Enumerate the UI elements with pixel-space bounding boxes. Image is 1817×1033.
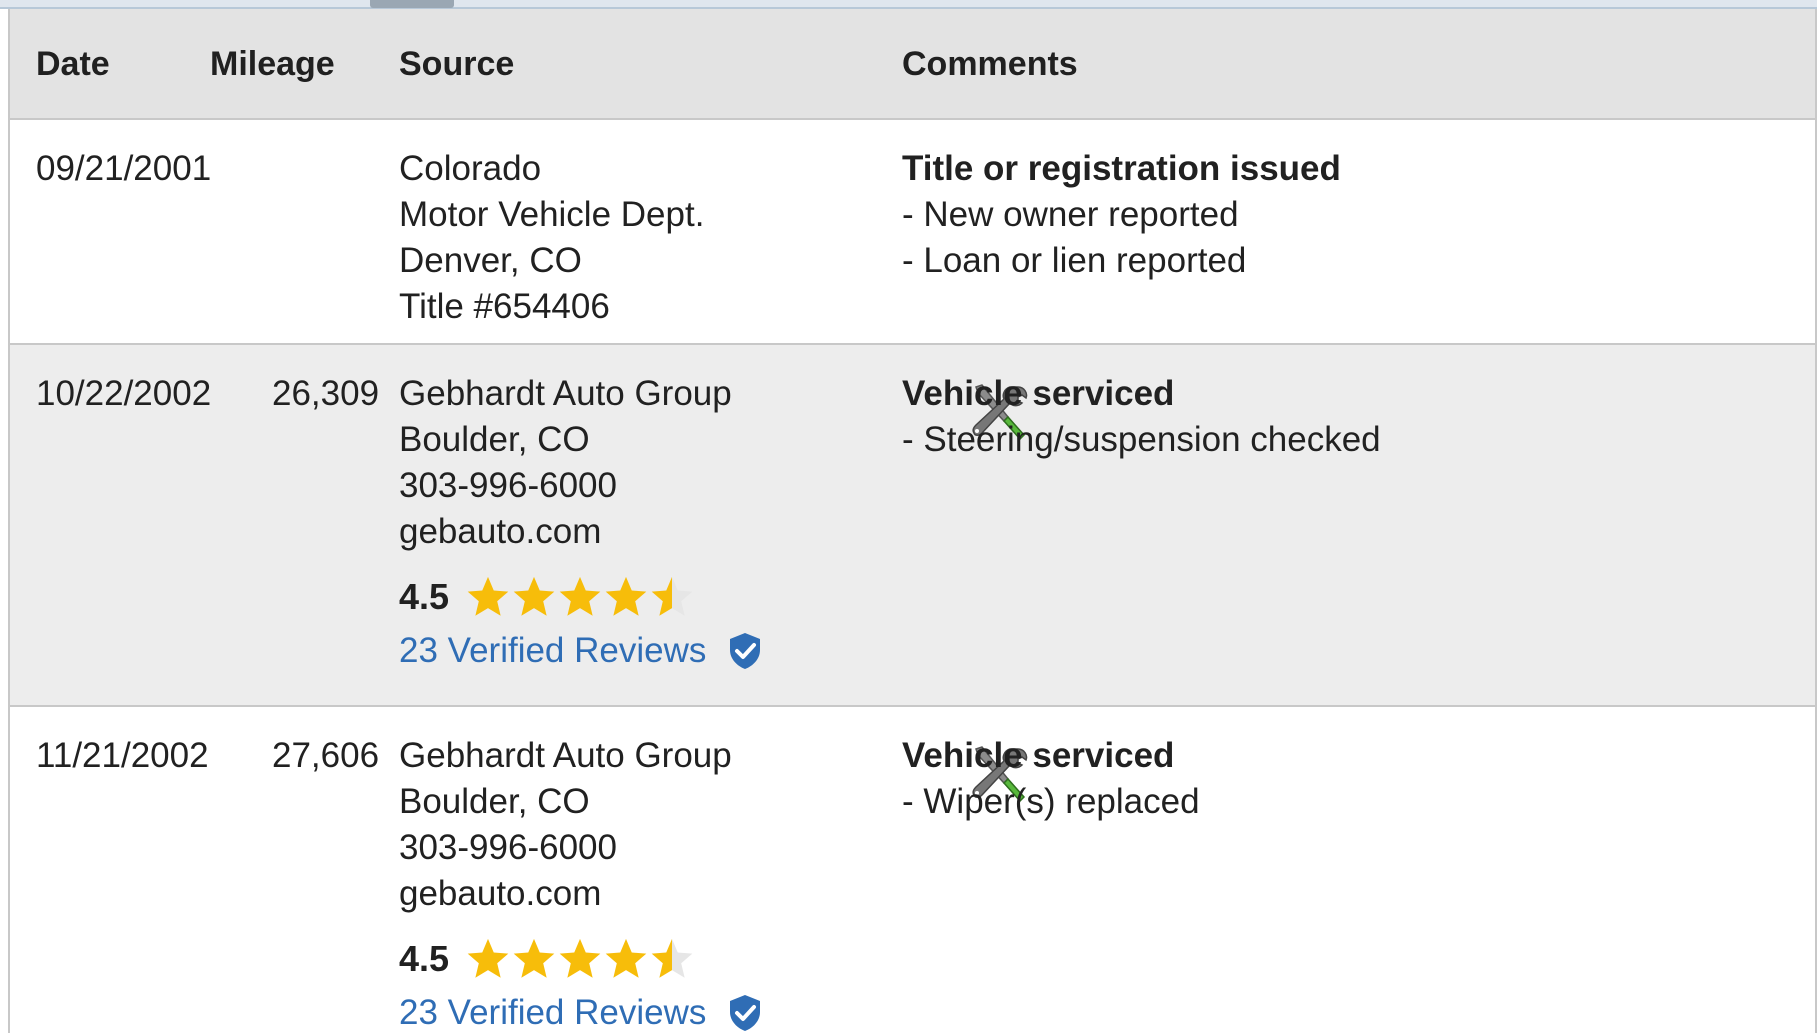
verified-reviews-link[interactable]: 23 Verified Reviews	[399, 987, 764, 1033]
column-header-source: Source	[399, 45, 515, 83]
tab-edge[interactable]	[370, 0, 454, 8]
comment-title: Vehicle serviced	[902, 736, 1175, 775]
comment-title: Title or registration issued	[902, 149, 1341, 188]
source-line: Boulder, CO	[399, 782, 590, 821]
source-line: gebauto.com	[399, 874, 602, 913]
source-line: 303-996-6000	[399, 466, 617, 505]
star-icon	[467, 938, 509, 978]
reviews-label[interactable]: 23 Verified Reviews	[399, 628, 706, 674]
star-icon	[467, 576, 509, 616]
row-mileage: 26,309	[272, 374, 380, 413]
table-row: 11/21/2002 27,606 Gebhardt Auto Group Bo…	[10, 707, 1815, 1033]
comment-item: - New owner reported	[902, 195, 1239, 234]
row-source: Gebhardt Auto Group Boulder, CO 303-996-…	[399, 371, 764, 677]
column-header-date: Date	[36, 45, 110, 83]
rating: 4.5	[399, 569, 764, 625]
top-tab-bar	[0, 0, 1817, 9]
verified-shield-check-icon	[730, 633, 761, 669]
source-line: Title #654406	[399, 287, 610, 326]
comment-title: Vehicle serviced	[902, 374, 1175, 413]
source-line: Gebhardt Auto Group	[399, 374, 732, 413]
comment-item: - Wiper(s) replaced	[902, 782, 1200, 821]
row-date: 09/21/2001	[36, 149, 212, 188]
star-icon	[559, 576, 601, 616]
column-header-comments: Comments	[902, 45, 1078, 83]
source-line: Denver, CO	[399, 241, 582, 280]
row-source: Colorado Motor Vehicle Dept. Denver, CO …	[399, 146, 704, 330]
comment-item: - Steering/suspension checked	[902, 420, 1381, 459]
table-row: 09/21/2001 Colorado Motor Vehicle Dept. …	[10, 120, 1815, 345]
rating-value: 4.5	[399, 938, 450, 979]
star-icon	[605, 938, 647, 978]
table-header: Date Mileage Source Comments	[10, 9, 1815, 120]
verified-reviews-link[interactable]: 23 Verified Reviews	[399, 625, 764, 677]
history-table: Date Mileage Source Comments 09/21/2001 …	[8, 9, 1817, 1033]
rating-value: 4.5	[399, 576, 450, 617]
row-date: 11/21/2002	[36, 736, 209, 775]
row-mileage: 27,606	[272, 736, 380, 775]
star-rating	[465, 574, 695, 620]
vehicle-history-page: Date Mileage Source Comments 09/21/2001 …	[0, 0, 1817, 1033]
source-line: Gebhardt Auto Group	[399, 736, 732, 775]
star-icon	[651, 576, 693, 616]
star-icon	[559, 938, 601, 978]
verified-shield-check-icon	[730, 995, 761, 1031]
source-line: Motor Vehicle Dept.	[399, 195, 705, 234]
column-header-mileage: Mileage	[210, 45, 335, 83]
row-comments: Vehicle serviced - Wiper(s) replaced	[902, 733, 1200, 825]
source-line: 303-996-6000	[399, 828, 617, 867]
row-comments: Title or registration issued - New owner…	[902, 146, 1341, 284]
star-rating	[465, 936, 695, 982]
comment-item: - Loan or lien reported	[902, 241, 1247, 280]
star-icon	[651, 938, 693, 978]
row-comments: Vehicle serviced - Steering/suspension c…	[902, 371, 1381, 463]
table-row: 10/22/2002 26,309 Gebhardt Auto Group Bo…	[10, 345, 1815, 707]
reviews-label[interactable]: 23 Verified Reviews	[399, 990, 706, 1033]
star-icon	[513, 938, 555, 978]
row-date: 10/22/2002	[36, 374, 212, 413]
star-icon	[513, 576, 555, 616]
source-line: Colorado	[399, 149, 542, 188]
row-source: Gebhardt Auto Group Boulder, CO 303-996-…	[399, 733, 764, 1033]
rating: 4.5	[399, 931, 764, 987]
source-line: gebauto.com	[399, 512, 602, 551]
star-icon	[605, 576, 647, 616]
source-line: Boulder, CO	[399, 420, 590, 459]
